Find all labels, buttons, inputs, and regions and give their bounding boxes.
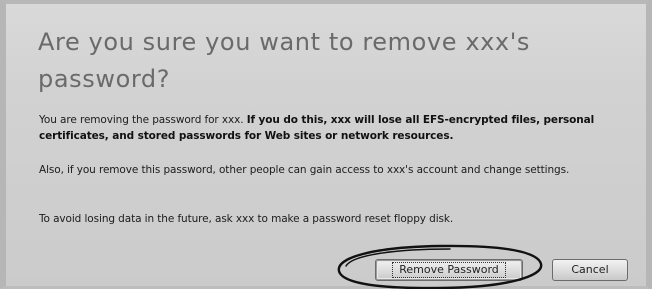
warning-paragraph: You are removing the password for xxx. I…: [39, 112, 639, 144]
dialog-window: Are you sure you want to remove xxx's pa…: [0, 0, 652, 289]
remove-password-label: Remove Password: [392, 262, 506, 278]
access-paragraph: Also, if you remove this password, other…: [39, 164, 570, 176]
reset-disk-paragraph: To avoid losing data in the future, ask …: [39, 213, 454, 225]
warning-text: You are removing the password for xxx.: [39, 114, 244, 126]
dialog-title: Are you sure you want to remove xxx's pa…: [38, 28, 531, 93]
cancel-button[interactable]: Cancel: [552, 259, 628, 281]
remove-password-button[interactable]: Remove Password: [375, 259, 523, 281]
